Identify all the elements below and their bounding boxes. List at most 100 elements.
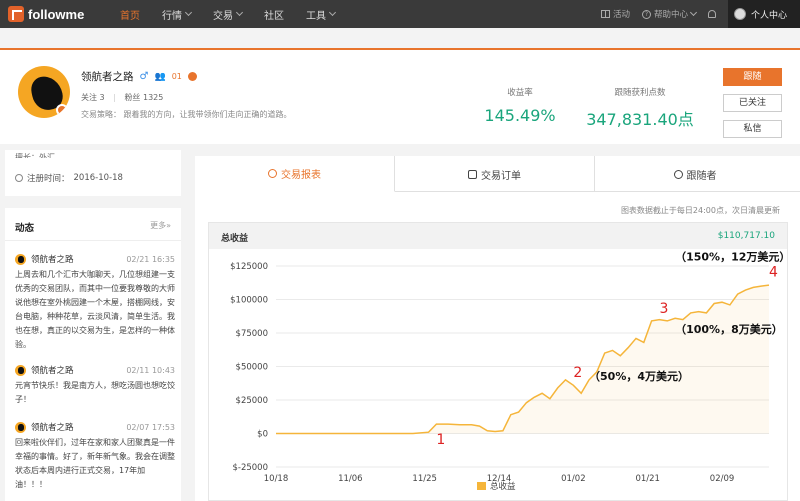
message-button[interactable]: 私信	[723, 120, 782, 138]
truncated-info: 擅长：外汇	[15, 153, 55, 158]
feed-post[interactable]: 领航者之路 02/11 10:43 元宵节快乐！我是南方人，想吃汤圆也想吃饺子！	[15, 364, 175, 407]
gift-icon	[600, 10, 610, 18]
annotation-label: （50%，4万美元）	[589, 369, 689, 383]
main-panel: 交易报表 交易订单 跟随者 图表数据截止于每日24:00点，次日清晨更新 总收益…	[195, 156, 800, 501]
x-tick-label: 01/02	[561, 474, 586, 484]
x-tick-label: 10/18	[264, 474, 289, 484]
follow-count[interactable]: 3	[100, 93, 105, 102]
nav-market-label: 行情	[162, 10, 182, 22]
tab-label: 交易报表	[281, 170, 321, 181]
post-date: 02/21 16:35	[126, 254, 175, 264]
register-label: 注册时间：	[27, 174, 70, 184]
post-text: 上周去和几个汇市大咖聊天，几位想组建一支优秀的交易团队，而其中一位要我尊敬的大师…	[15, 270, 175, 349]
strategy-text: 跟着我的方向，让我带领你们走向正确的道路。	[123, 110, 292, 119]
avatar	[15, 364, 26, 376]
avatar[interactable]	[18, 66, 70, 118]
user-icon	[673, 169, 683, 179]
user-center-label: 个人中心	[751, 10, 788, 21]
feed-more-link[interactable]: 更多»	[150, 220, 171, 231]
points-value: 347,831.40点	[586, 110, 694, 129]
legend-label: 总收益	[490, 481, 516, 492]
tab-trade-report[interactable]: 交易报表	[195, 156, 395, 192]
annotation-label: 1	[436, 432, 445, 448]
strategy-label: 交易策略：	[81, 110, 121, 119]
annotation-label: 3	[659, 301, 668, 317]
follow-label: 关注	[81, 93, 97, 102]
notification-button[interactable]	[708, 10, 716, 18]
y-tick-label: $-25000	[232, 463, 268, 473]
help-center-link[interactable]: ? 帮助中心	[641, 8, 698, 20]
points-metric: 跟随获利点数 347,831.40点	[580, 86, 700, 130]
y-tick-label: $50000	[236, 363, 268, 373]
return-metric: 收益率 145.49%	[480, 86, 560, 125]
annotation-label: 4	[769, 265, 778, 281]
profile-name: 领航者之路	[81, 71, 134, 83]
tab-followers[interactable]: 跟随者	[595, 156, 795, 192]
feed-title: 动态	[15, 223, 35, 234]
level-badge: 01	[171, 72, 182, 81]
post-date: 02/07 17:53	[126, 422, 175, 432]
activity-label: 活动	[612, 10, 630, 20]
feed-panel: 动态 更多» 领航者之路 02/21 16:35 上周去和几个汇市大咖聊天，几位想…	[5, 208, 181, 501]
avatar	[15, 253, 26, 265]
profile-info-panel: 擅长：外汇 注册时间： 2016-10-18	[5, 150, 181, 196]
fans-label: 粉丝	[124, 93, 141, 102]
nav-tools[interactable]: 工具	[306, 7, 337, 22]
activity-link[interactable]: 活动	[600, 8, 630, 20]
logo[interactable]: followme	[8, 6, 98, 22]
coin-icon	[187, 72, 197, 81]
logo-icon	[8, 6, 24, 22]
avatar	[15, 421, 26, 433]
annotation-label: （100%，8万美元）	[675, 322, 783, 336]
group-icon: 👥	[154, 71, 166, 82]
nav-trade[interactable]: 交易	[213, 7, 244, 22]
feed-post[interactable]: 领航者之路 02/21 16:35 上周去和几个汇市大咖聊天，几位想组建一支优秀的…	[15, 253, 175, 352]
follow-button[interactable]: 跟随	[723, 68, 782, 86]
post-author[interactable]: 领航者之路	[31, 253, 74, 265]
tab-label: 跟随者	[686, 170, 717, 182]
return-label: 收益率	[507, 88, 533, 98]
y-tick-label: $0	[257, 430, 268, 440]
total-profit-chart: $125000 $100000 $75000 $50000 $25000 $0 $-2500…	[230, 250, 787, 492]
nav-home[interactable]: 首页	[120, 7, 140, 22]
post-text: 回来啦伙伴们，过年在家和家人团聚真是一件幸福的事情。好了，新年新气象。我会在调整…	[15, 438, 175, 489]
nav-trade-label: 交易	[213, 10, 233, 22]
return-value: 145.49%	[484, 106, 556, 125]
y-tick-label: $75000	[236, 329, 268, 339]
user-avatar-icon	[734, 8, 746, 20]
document-icon	[468, 169, 477, 179]
series-area	[276, 285, 769, 434]
y-tick-label: $25000	[236, 396, 268, 406]
nav-tools-label: 工具	[306, 10, 326, 22]
chart-total: $110,717.10	[717, 231, 775, 241]
tab-bar: 交易报表 交易订单 跟随者	[195, 156, 800, 192]
clock-icon	[15, 174, 23, 182]
user-center-button[interactable]: 个人中心	[728, 0, 800, 28]
x-tick-label: 01/21	[635, 474, 660, 484]
chevron-down-icon	[328, 8, 337, 17]
x-tick-label: 11/25	[412, 474, 437, 484]
fans-count[interactable]: 1325	[143, 93, 163, 102]
nav-market[interactable]: 行情	[162, 7, 193, 22]
profile-card: 领航者之路 ♂ 👥 01 关注 3 | 粉丝 1325 交易策略： 跟着我的方向…	[0, 48, 800, 144]
feed-post[interactable]: 领航者之路 02/07 17:53 回来啦伙伴们，过年在家和家人团聚真是一件幸福的…	[15, 421, 175, 492]
pie-chart-icon	[268, 169, 277, 178]
legend-swatch	[477, 482, 486, 490]
bell-icon	[708, 10, 716, 18]
nav-home-label: 首页	[120, 10, 140, 22]
chevron-down-icon	[689, 8, 698, 17]
points-label: 跟随获利点数	[614, 88, 666, 98]
followed-button[interactable]: 已关注	[723, 94, 782, 112]
verified-badge-icon	[56, 104, 68, 116]
chevron-down-icon	[235, 8, 244, 17]
post-author[interactable]: 领航者之路	[31, 421, 74, 433]
help-icon: ?	[641, 9, 651, 19]
tab-label: 交易订单	[481, 170, 521, 182]
x-tick-label: 11/06	[338, 474, 363, 484]
nav-community[interactable]: 社区	[264, 7, 284, 22]
post-author[interactable]: 领航者之路	[31, 364, 74, 376]
post-date: 02/11 10:43	[126, 365, 175, 375]
y-tick-label: $100000	[230, 296, 268, 306]
tab-trade-orders[interactable]: 交易订单	[395, 156, 595, 192]
y-tick-label: $125000	[230, 262, 268, 272]
